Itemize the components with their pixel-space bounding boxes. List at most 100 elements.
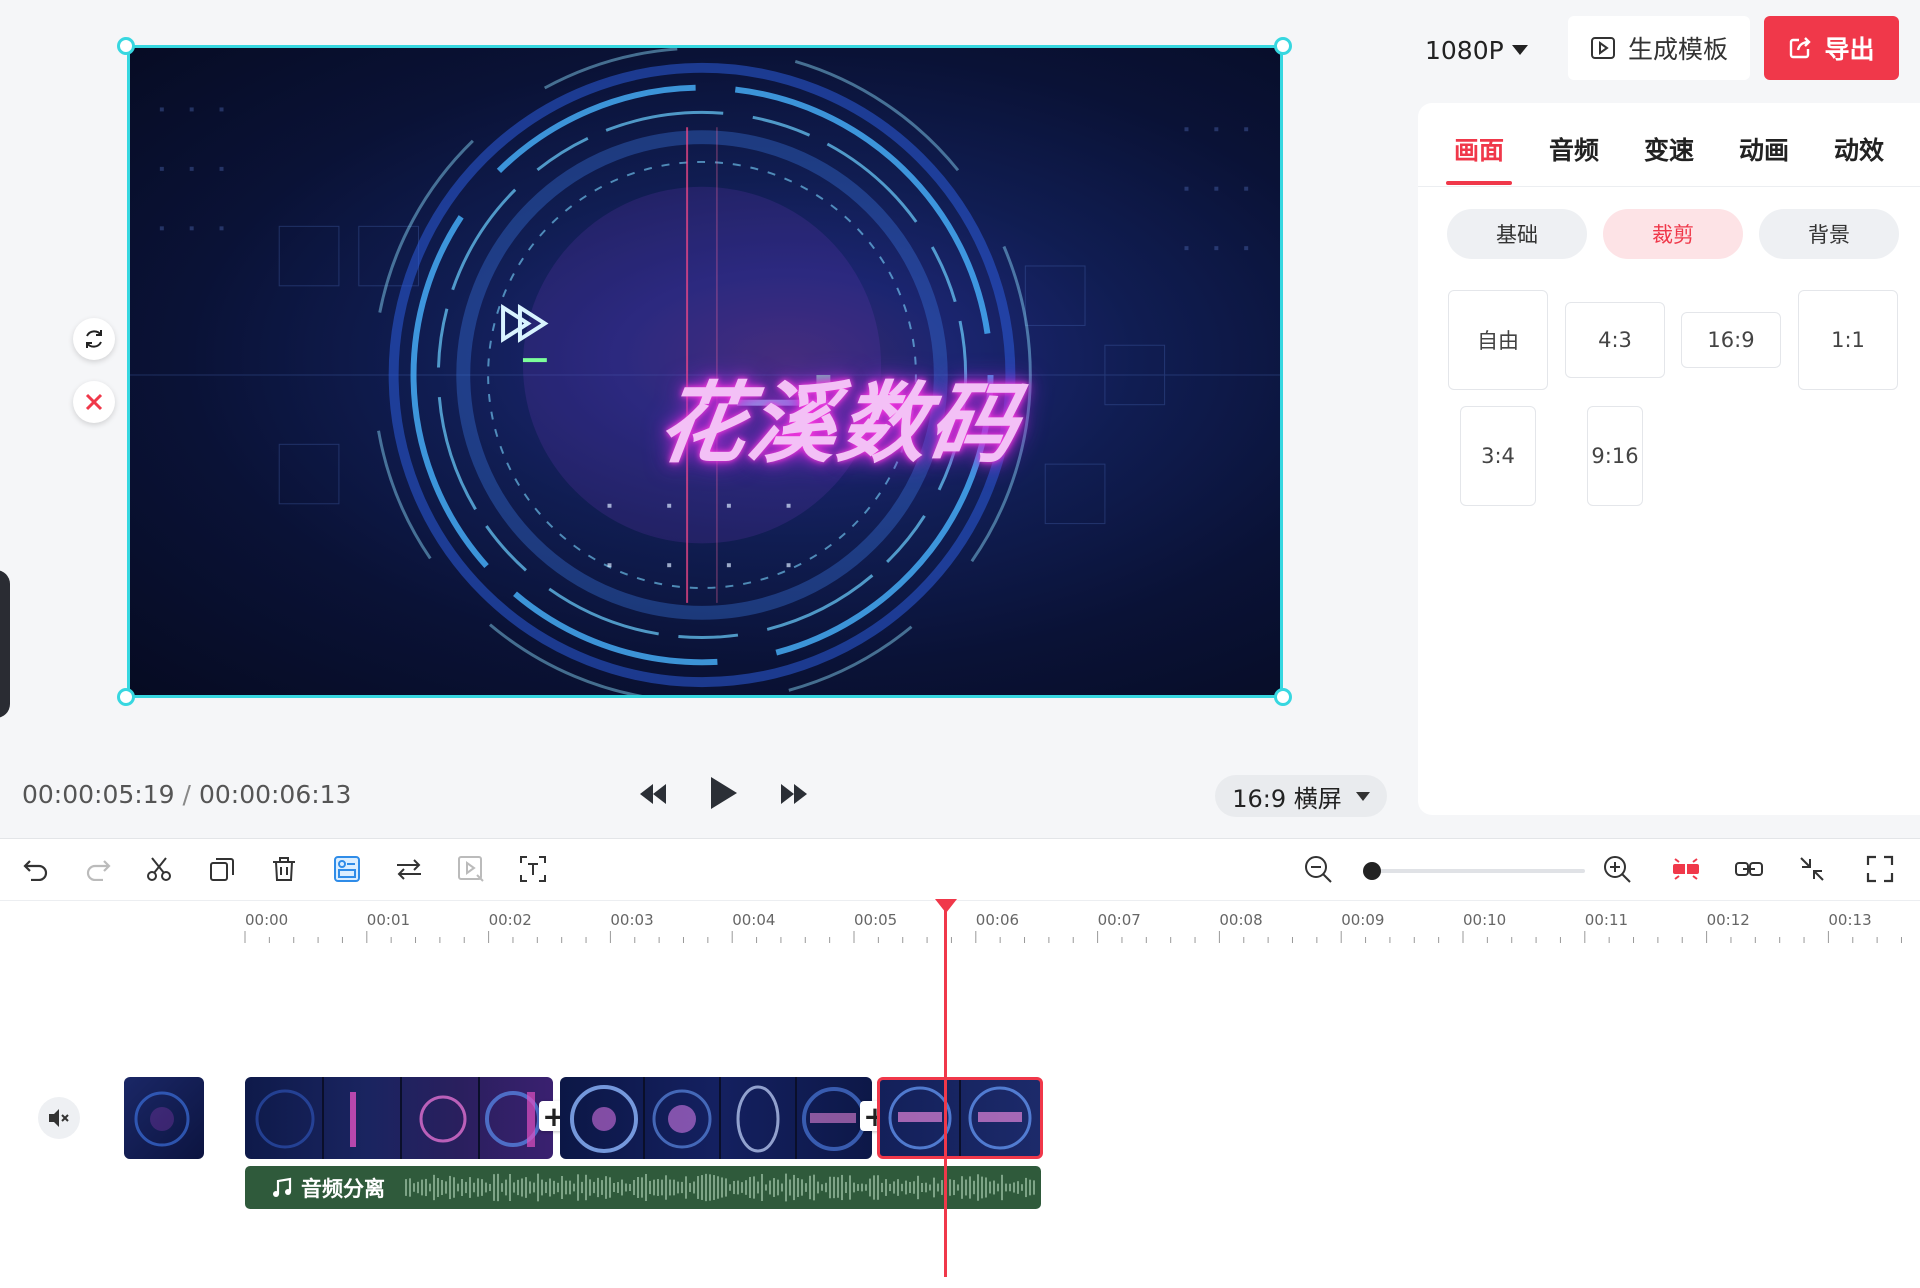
waveform-bar [1033,1180,1035,1195]
waveform-bar [833,1176,835,1199]
waveform-bar [1001,1174,1003,1201]
tab-animation[interactable]: 动画 [1739,131,1789,167]
fullscreen-button[interactable] [1864,853,1896,885]
generate-template-button[interactable]: 生成模板 [1568,16,1750,80]
waveform-bar [461,1179,463,1196]
subtab-background[interactable]: 背景 [1759,209,1899,259]
tab-picture[interactable]: 画面 [1454,131,1504,167]
waveform-bar [873,1175,875,1200]
video-clip-3-frames [888,1080,1032,1156]
resize-handle-bottom-left[interactable] [117,688,135,706]
video-clip-2[interactable] [560,1077,872,1159]
waveform-bar [881,1182,883,1193]
export-button[interactable]: 导出 [1764,16,1899,80]
resolution-select[interactable]: 1080P [1425,30,1528,70]
ratio-4-3[interactable]: 4:3 [1565,302,1665,378]
waveform-bar [661,1179,663,1196]
ratio-16-9[interactable]: 16:9 [1681,312,1781,368]
timeline: 00:00 00:01 00:02 00:03 00:04 00:05 00:06 00:07… [0,838,1920,1288]
tab-effects[interactable]: 动效 [1834,131,1884,167]
tab-audio[interactable]: 音频 [1549,131,1599,167]
tab-speed[interactable]: 变速 [1644,131,1694,167]
swap-button[interactable] [393,853,425,885]
rewind-button[interactable] [637,778,669,810]
waveform-bar [625,1183,627,1192]
waveform-bar [977,1174,979,1201]
fast-forward-button[interactable] [778,778,810,810]
waveform-bar [417,1181,419,1194]
waveform-bar [493,1174,495,1201]
subtab-basic[interactable]: 基础 [1447,209,1587,259]
waveform-bar [629,1183,631,1192]
waveform-bar [473,1182,475,1193]
waveform-bar [817,1181,819,1194]
zoom-slider-knob[interactable] [1363,862,1381,880]
zoom-out-icon [1305,856,1332,883]
waveform-bar [989,1181,991,1194]
ratio-3-4[interactable]: 3:4 [1460,406,1536,506]
video-clip-1[interactable] [245,1077,553,1159]
rotate-button[interactable] [73,318,115,360]
waveform-bar [705,1173,707,1202]
playhead-handle[interactable] [935,899,957,913]
video-preview[interactable]: 花溪数码 [127,45,1283,698]
mute-track-button[interactable] [38,1097,80,1139]
time-ruler[interactable]: 00:00 00:01 00:02 00:03 00:04 00:05 00:06 00:07… [0,901,1920,951]
zoom-out-button[interactable] [1302,853,1334,885]
resize-handle-top-left[interactable] [117,37,135,55]
export-icon [1790,37,1812,59]
delete-button[interactable] [268,853,300,885]
waveform-bar [941,1180,943,1195]
current-time: 00:00:05:19 [22,780,175,809]
replace-button[interactable] [455,853,487,885]
video-clip-3-selected[interactable] [877,1077,1043,1159]
left-drawer-tab[interactable] [0,570,10,718]
redo-button[interactable] [82,853,114,885]
ratio-1-1[interactable]: 1:1 [1798,290,1898,390]
ruler-label: 00:00 [245,911,289,929]
waveform-bar [1005,1183,1007,1192]
ratio-free[interactable]: 自由 [1448,290,1548,390]
waveform-bar [653,1179,655,1196]
snap-button[interactable] [1670,853,1702,885]
audio-track-label: 音频分离 [271,1166,385,1209]
text-recognition-button[interactable] [517,853,549,885]
waveform-bar [809,1175,811,1200]
zoom-slider[interactable] [1363,862,1585,880]
waveform-bar [1017,1181,1019,1194]
waveform-bar [517,1179,519,1196]
collapse-button[interactable] [1796,853,1828,885]
waveform-bar [957,1184,959,1191]
crop-icon [520,856,546,882]
audio-track[interactable]: 音频分离 [245,1166,1041,1209]
waveform-bar [973,1180,975,1195]
remove-button[interactable] [73,381,115,423]
playhead[interactable] [944,899,947,1277]
waveform-bar [485,1182,487,1193]
freeze-frame-button[interactable] [331,853,363,885]
subtab-crop[interactable]: 裁剪 [1603,209,1743,259]
copy-button[interactable] [206,853,238,885]
waveform-bar [565,1180,567,1195]
aspect-ratio-select[interactable]: 16:9 横屏 [1215,775,1387,817]
active-tab-indicator [1446,181,1512,185]
zoom-in-button[interactable] [1601,853,1633,885]
ratio-9-16[interactable]: 9:16 [1587,406,1643,506]
waveform-bar [749,1176,751,1199]
export-label: 导出 [1824,35,1875,64]
freeze-frame-icon [334,856,360,882]
resize-handle-top-right[interactable] [1274,37,1292,55]
link-button[interactable] [1733,853,1765,885]
cover-thumbnail[interactable] [124,1077,204,1159]
undo-button[interactable] [20,853,52,885]
waveform-bar [869,1178,871,1197]
ruler-label: 00:12 [1706,911,1750,929]
play-button[interactable] [706,772,742,814]
waveform-bar [993,1180,995,1195]
resize-handle-bottom-right[interactable] [1274,688,1292,706]
ruler-label: 00:04 [732,911,776,929]
waveform-bar [569,1180,571,1195]
waveform-bar [505,1179,507,1196]
fast-forward-icon [781,784,807,804]
split-button[interactable] [143,853,175,885]
